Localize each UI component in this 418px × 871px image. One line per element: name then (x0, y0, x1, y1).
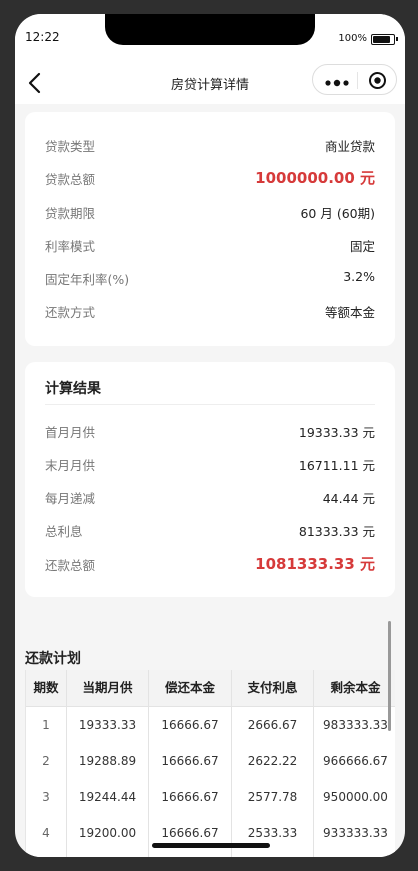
notch (105, 14, 315, 45)
home-indicator[interactable] (152, 843, 270, 848)
table-cell: 1 (26, 707, 67, 743)
table-cell: 5 (26, 851, 67, 857)
phone-screen: 12:22 100% 房贷计算详情 贷款类型 商业贷款 贷款总额 1000000… (15, 14, 405, 857)
result-row: 每月递减 44.44 元 (45, 486, 375, 506)
loan-row-value: 60 月 (60期) (300, 206, 375, 221)
table-row: 5 (26, 851, 395, 857)
result-row-value: 16711.11 元 (298, 458, 375, 473)
result-row-value: 44.44 元 (322, 491, 375, 506)
result-row: 还款总额 1081333.33 元 (45, 553, 375, 573)
result-row-label: 总利息 (45, 524, 83, 539)
more-icon[interactable] (323, 74, 353, 87)
result-row-label: 每月递减 (45, 491, 96, 506)
table-cell: 2666.67 (232, 707, 314, 743)
loan-row-value: 等额本金 (324, 305, 375, 320)
loan-row-label: 贷款总额 (45, 172, 96, 187)
table-cell: 19244.44 (67, 779, 149, 815)
table-cell: 3 (26, 779, 67, 815)
table-cell: 16666.67 (149, 779, 232, 815)
result-row-value: 81333.33 元 (298, 524, 375, 539)
result-row-label: 首月月供 (45, 425, 96, 440)
loan-row: 利率模式 固定 (45, 234, 375, 254)
capsule-divider (357, 72, 358, 89)
result-row-value: 19333.33 元 (298, 425, 375, 440)
table-cell: 966666.67 (314, 743, 395, 779)
table-cell: 933333.33 (314, 815, 395, 851)
close-target-icon[interactable] (368, 71, 387, 90)
result-row-label: 末月月供 (45, 458, 96, 473)
loan-row-label: 贷款期限 (45, 206, 96, 221)
total-repayment-value: 1081333.33 元 (255, 555, 375, 573)
loan-row-label: 固定年利率(%) (45, 272, 130, 287)
column-header: 当期月供 (67, 670, 149, 706)
table-cell: 2577.78 (232, 779, 314, 815)
loan-row-value: 3.2% (343, 269, 375, 284)
table-scrollbar[interactable] (388, 621, 391, 731)
table-cell: 16666.67 (149, 707, 232, 743)
result-divider (45, 404, 375, 405)
table-cell: 19288.89 (67, 743, 149, 779)
table-cell (149, 851, 232, 857)
loan-row-label: 还款方式 (45, 305, 96, 320)
column-header: 支付利息 (232, 670, 314, 706)
column-header: 剩余本金 (314, 670, 395, 706)
table-cell: 19200.00 (67, 815, 149, 851)
table-cell (232, 851, 314, 857)
plan-title: 还款计划 (25, 651, 81, 667)
nav-bar: 房贷计算详情 (15, 62, 405, 104)
table-cell: 950000.00 (314, 779, 395, 815)
battery-icon (371, 34, 395, 45)
table-row: 2 19288.89 16666.67 2622.22 966666.67 (26, 743, 395, 780)
result-row: 首月月供 19333.33 元 (45, 420, 375, 440)
result-row: 末月月供 16711.11 元 (45, 453, 375, 473)
loan-row: 贷款类型 商业贷款 (45, 134, 375, 154)
battery-cap (396, 37, 398, 41)
result-title: 计算结果 (45, 381, 101, 397)
result-card: 计算结果 首月月供 19333.33 元 末月月供 16711.11 元 每月递… (25, 362, 395, 597)
loan-row: 固定年利率(%) 3.2% (45, 267, 375, 287)
table-cell: 19333.33 (67, 707, 149, 743)
loan-amount-value: 1000000.00 元 (255, 169, 375, 187)
loan-row: 贷款期限 60 月 (60期) (45, 201, 375, 221)
table-cell: 4 (26, 815, 67, 851)
table-cell: 2 (26, 743, 67, 779)
battery-percent: 100% (338, 33, 367, 44)
table-cell (314, 851, 395, 857)
result-row: 总利息 81333.33 元 (45, 519, 375, 539)
loan-row-label: 利率模式 (45, 239, 96, 254)
table-cell: 16666.67 (149, 743, 232, 779)
table-row: 1 19333.33 16666.67 2666.67 983333.33 (26, 707, 395, 744)
loan-row: 贷款总额 1000000.00 元 (45, 167, 375, 187)
page-content: 贷款类型 商业贷款 贷款总额 1000000.00 元 贷款期限 60 月 (6… (15, 104, 405, 857)
status-time: 12:22 (25, 30, 60, 44)
status-bar: 12:22 100% (15, 14, 405, 62)
loan-row: 还款方式 等额本金 (45, 300, 375, 320)
column-header: 期数 (26, 670, 67, 706)
table-header: 期数 当期月供 偿还本金 支付利息 剩余本金 (26, 670, 395, 707)
loan-info-card: 贷款类型 商业贷款 贷款总额 1000000.00 元 贷款期限 60 月 (6… (25, 112, 395, 346)
menu-capsule (312, 64, 397, 95)
repayment-table[interactable]: 期数 当期月供 偿还本金 支付利息 剩余本金 1 19333.33 16666.… (25, 670, 395, 857)
table-cell (67, 851, 149, 857)
loan-row-label: 贷款类型 (45, 139, 96, 154)
table-cell: 983333.33 (314, 707, 395, 743)
table-cell: 2622.22 (232, 743, 314, 779)
column-header: 偿还本金 (149, 670, 232, 706)
loan-row-value: 固定 (349, 239, 375, 254)
result-row-label: 还款总额 (45, 558, 96, 573)
table-row: 3 19244.44 16666.67 2577.78 950000.00 (26, 779, 395, 816)
loan-row-value: 商业贷款 (324, 139, 375, 154)
